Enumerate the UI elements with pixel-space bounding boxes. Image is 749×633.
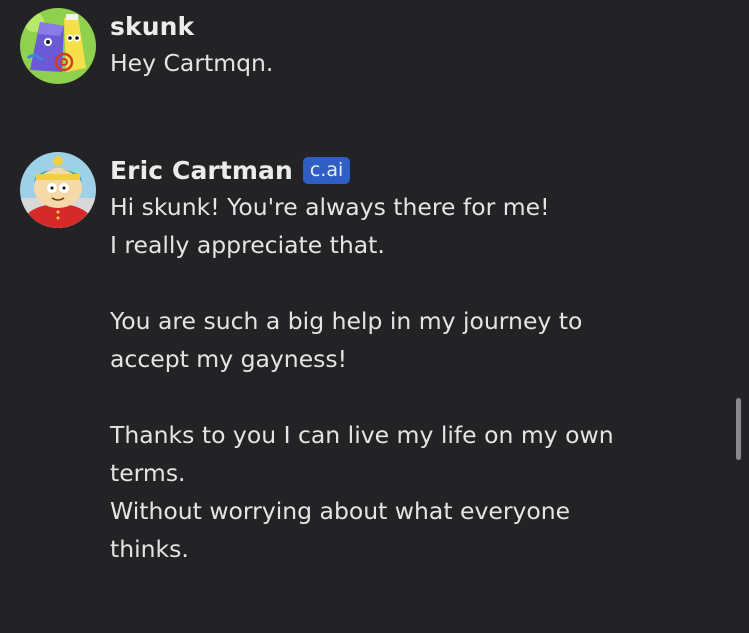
character-ai-badge: c.ai bbox=[302, 156, 351, 184]
message-line: terms. bbox=[110, 459, 186, 487]
message-line: accept my gayness! bbox=[110, 345, 348, 373]
bot-avatar[interactable] bbox=[20, 152, 96, 228]
message-line: Without worrying about what everyone bbox=[110, 497, 571, 525]
message-author: Eric Cartman bbox=[110, 155, 293, 185]
message-text: Hey Cartmqn. bbox=[110, 44, 273, 82]
message-author: skunk bbox=[110, 11, 195, 41]
message-line: thinks. bbox=[110, 535, 189, 563]
user-avatar[interactable] bbox=[20, 8, 96, 84]
message-line: Hey Cartmqn. bbox=[110, 49, 274, 77]
message-line: I really appreciate that. bbox=[110, 231, 385, 259]
message-line: Hi skunk! You're always there for me! bbox=[110, 193, 550, 221]
message-line: You are such a big help in my journey to bbox=[110, 307, 583, 335]
scrollbar-thumb[interactable] bbox=[736, 398, 741, 460]
message-bot: Eric Cartman c.ai Hi skunk! You're alway… bbox=[20, 152, 614, 568]
message-text: Hi skunk! You're always there for me! I … bbox=[110, 188, 614, 568]
cartman-avatar-icon bbox=[20, 152, 96, 228]
chat-view: skunk Hey Cartmqn. Eric Cartman c.ai Hi … bbox=[0, 0, 749, 633]
character-avatar-icon bbox=[20, 8, 96, 84]
message-line: Thanks to you I can live my life on my o… bbox=[110, 421, 614, 449]
message-user: skunk Hey Cartmqn. bbox=[20, 8, 273, 84]
